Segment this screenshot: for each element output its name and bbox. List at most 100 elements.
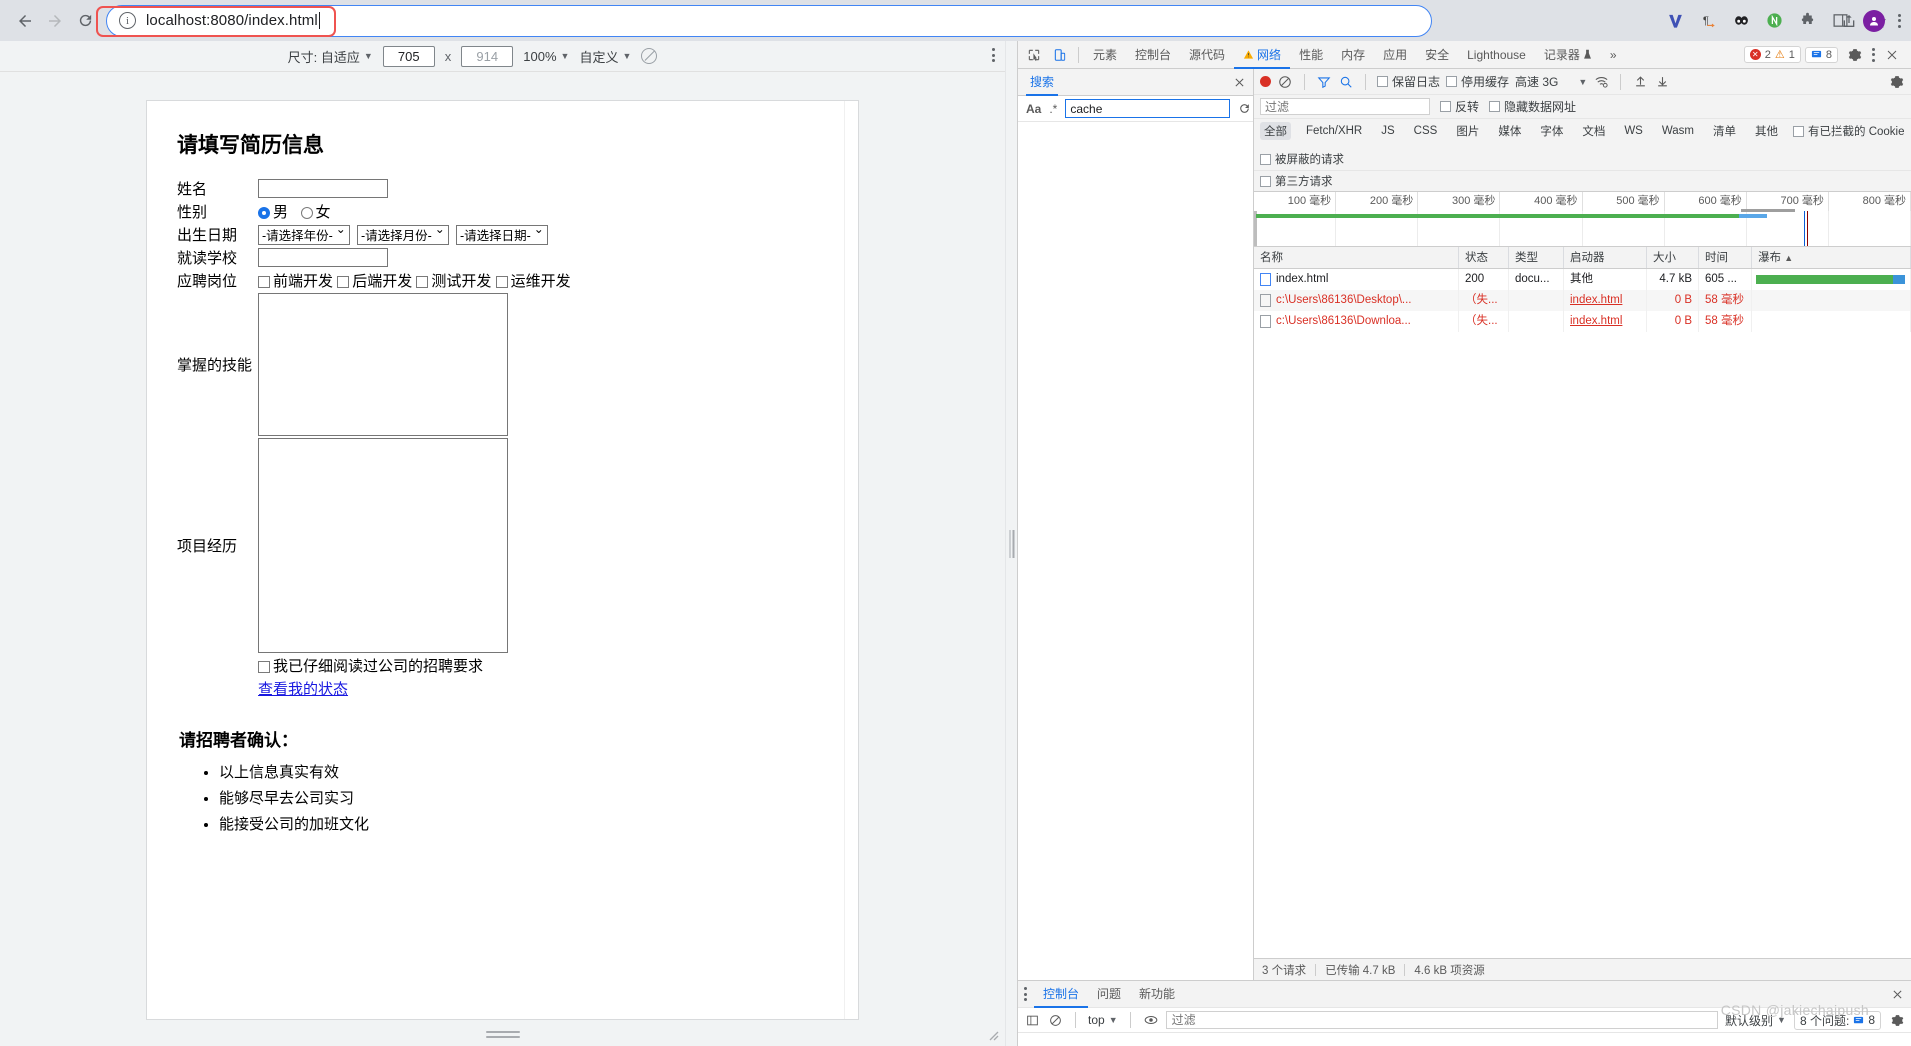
viewport-resize-handle-bottom[interactable] bbox=[485, 1031, 520, 1039]
search-icon[interactable] bbox=[1338, 74, 1354, 90]
refresh-icon[interactable] bbox=[1238, 101, 1251, 117]
tab-sources[interactable]: 源代码 bbox=[1180, 41, 1234, 69]
evernote-icon[interactable] bbox=[1764, 11, 1784, 31]
tab-console[interactable]: 控制台 bbox=[1126, 41, 1180, 69]
type-filter-media[interactable]: 媒体 bbox=[1494, 122, 1525, 140]
inspect-element-icon[interactable] bbox=[1021, 42, 1047, 68]
reload-button[interactable] bbox=[70, 6, 100, 36]
network-conditions-icon[interactable] bbox=[1593, 74, 1609, 90]
name-input[interactable] bbox=[258, 179, 389, 198]
forward-button[interactable] bbox=[40, 6, 70, 36]
search-tab[interactable]: 搜索 bbox=[1026, 69, 1058, 96]
type-filter-fetch-xhr[interactable]: Fetch/XHR bbox=[1302, 124, 1366, 138]
job-checkbox-backend[interactable]: 后端开发 bbox=[337, 273, 412, 290]
device-toolbar-menu-icon[interactable] bbox=[992, 48, 995, 62]
sidebar-icon[interactable] bbox=[1830, 11, 1850, 31]
drawer-tab-whats-new[interactable]: 新功能 bbox=[1130, 981, 1184, 1008]
device-size-selector[interactable]: 尺寸: 自适应 ▼ bbox=[288, 47, 373, 66]
tab-performance[interactable]: 性能 bbox=[1290, 41, 1332, 69]
column-waterfall[interactable]: 瀑布 ▲ bbox=[1752, 247, 1911, 268]
birth-month-select[interactable]: -请选择月份- bbox=[357, 224, 449, 245]
third-party-checkbox[interactable]: 第三方请求 bbox=[1260, 173, 1333, 189]
clear-icon[interactable] bbox=[1277, 74, 1293, 90]
import-har-icon[interactable] bbox=[1632, 74, 1648, 90]
tab-elements[interactable]: 元素 bbox=[1084, 41, 1126, 69]
regex-toggle[interactable]: .* bbox=[1049, 102, 1057, 116]
close-icon[interactable] bbox=[1234, 77, 1245, 88]
tab-lighthouse[interactable]: Lighthouse bbox=[1458, 41, 1535, 69]
clear-console-icon[interactable] bbox=[1047, 1012, 1063, 1028]
paragraph-icon[interactable]: ¶ bbox=[1698, 11, 1718, 31]
type-filter-font[interactable]: 字体 bbox=[1536, 122, 1567, 140]
browser-menu-icon[interactable] bbox=[1898, 13, 1901, 28]
gender-radio-female[interactable]: 女 bbox=[300, 204, 331, 221]
type-filter-img[interactable]: 图片 bbox=[1452, 122, 1483, 140]
tab-memory[interactable]: 内存 bbox=[1332, 41, 1374, 69]
device-toolbar-icon[interactable] bbox=[1047, 42, 1073, 68]
drawer-tab-issues[interactable]: 问题 bbox=[1088, 981, 1130, 1008]
network-filter-input[interactable] bbox=[1260, 98, 1430, 115]
birth-day-select[interactable]: -请选择日期- bbox=[456, 224, 548, 245]
device-width-input[interactable] bbox=[382, 45, 435, 67]
tab-security[interactable]: 安全 bbox=[1416, 41, 1458, 69]
job-checkbox-ops[interactable]: 运维开发 bbox=[495, 273, 571, 290]
avatar[interactable] bbox=[1863, 9, 1885, 32]
network-overview[interactable]: 100 毫秒 200 毫秒 300 毫秒 400 毫秒 500 毫秒 600 毫… bbox=[1254, 192, 1911, 247]
type-filter-doc[interactable]: 文档 bbox=[1578, 122, 1609, 140]
export-har-icon[interactable] bbox=[1654, 74, 1670, 90]
cell-initiator[interactable]: index.html bbox=[1564, 311, 1647, 332]
column-initiator[interactable]: 启动器 bbox=[1564, 247, 1647, 268]
gear-icon[interactable] bbox=[1889, 1012, 1905, 1028]
tab-recorder[interactable]: 记录器 bbox=[1535, 41, 1601, 69]
devtools-splitter[interactable] bbox=[1005, 41, 1017, 1046]
cell-initiator[interactable]: index.html bbox=[1564, 290, 1647, 311]
console-level-selector[interactable]: 默认级别 ▼ bbox=[1725, 1012, 1786, 1029]
column-size[interactable]: 大小 bbox=[1647, 247, 1699, 268]
viewport-resize-corner[interactable] bbox=[987, 1029, 999, 1041]
type-filter-js[interactable]: JS bbox=[1377, 124, 1398, 138]
console-issues-badge[interactable]: 8 个问题: 8 bbox=[1793, 1010, 1881, 1030]
page-scrollbar[interactable] bbox=[844, 101, 858, 1019]
device-preset-selector[interactable]: 自定义 ▼ bbox=[579, 47, 631, 66]
blocked-requests-checkbox[interactable]: 被屏蔽的请求 bbox=[1260, 151, 1344, 167]
drawer-tab-console[interactable]: 控制台 bbox=[1034, 981, 1088, 1008]
close-icon[interactable] bbox=[1892, 989, 1911, 1000]
type-filter-wasm[interactable]: Wasm bbox=[1658, 124, 1698, 138]
drawer-menu-icon[interactable] bbox=[1024, 987, 1027, 1001]
record-icon[interactable] bbox=[1260, 76, 1271, 87]
project-textarea[interactable] bbox=[258, 438, 509, 653]
hide-data-urls-checkbox[interactable]: 隐藏数据网址 bbox=[1489, 98, 1576, 115]
no-throttling-icon[interactable] bbox=[641, 48, 658, 64]
disable-cache-checkbox[interactable]: 停用缓存 bbox=[1446, 73, 1509, 90]
type-filter-other[interactable]: 其他 bbox=[1751, 122, 1782, 140]
live-expression-icon[interactable] bbox=[1143, 1012, 1159, 1028]
close-icon[interactable] bbox=[1879, 42, 1905, 68]
back-button[interactable] bbox=[10, 6, 40, 36]
tab-application[interactable]: 应用 bbox=[1374, 41, 1416, 69]
preserve-log-checkbox[interactable]: 保留日志 bbox=[1377, 73, 1440, 90]
skills-textarea[interactable] bbox=[258, 293, 509, 436]
device-zoom-selector[interactable]: 100% ▼ bbox=[523, 49, 569, 64]
issues-badge[interactable]: ✕ 2 ⚠ 1 bbox=[1743, 46, 1801, 63]
blocked-cookies-checkbox[interactable]: 有已拦截的 Cookie bbox=[1793, 123, 1905, 139]
agree-checkbox[interactable]: 我已仔细阅读过公司的招聘要求 bbox=[258, 658, 483, 675]
info-circle-icon[interactable]: i bbox=[119, 12, 136, 29]
school-input[interactable] bbox=[258, 248, 389, 267]
console-filter-input[interactable] bbox=[1165, 1011, 1719, 1029]
vimium-icon[interactable] bbox=[1665, 11, 1685, 31]
address-bar[interactable]: i localhost:8080/index.html bbox=[106, 4, 1432, 37]
gear-icon[interactable] bbox=[1842, 42, 1868, 68]
puzzle-icon[interactable] bbox=[1797, 11, 1817, 31]
gear-icon[interactable] bbox=[1889, 74, 1905, 90]
job-checkbox-frontend[interactable]: 前端开发 bbox=[258, 273, 333, 290]
gender-radio-male[interactable]: 男 bbox=[258, 204, 292, 221]
type-filter-css[interactable]: CSS bbox=[1410, 124, 1442, 138]
messages-badge[interactable]: 8 bbox=[1804, 46, 1838, 63]
match-case-toggle[interactable]: Aa bbox=[1026, 102, 1041, 116]
more-tabs-button[interactable]: » bbox=[1601, 41, 1626, 69]
column-type[interactable]: 类型 bbox=[1509, 247, 1564, 268]
console-sidebar-icon[interactable] bbox=[1024, 1012, 1040, 1028]
column-name[interactable]: 名称 bbox=[1254, 247, 1459, 268]
table-row[interactable]: c:\Users\86136\Downloa... （失... index.ht… bbox=[1254, 311, 1911, 332]
panda-icon[interactable] bbox=[1731, 11, 1751, 31]
